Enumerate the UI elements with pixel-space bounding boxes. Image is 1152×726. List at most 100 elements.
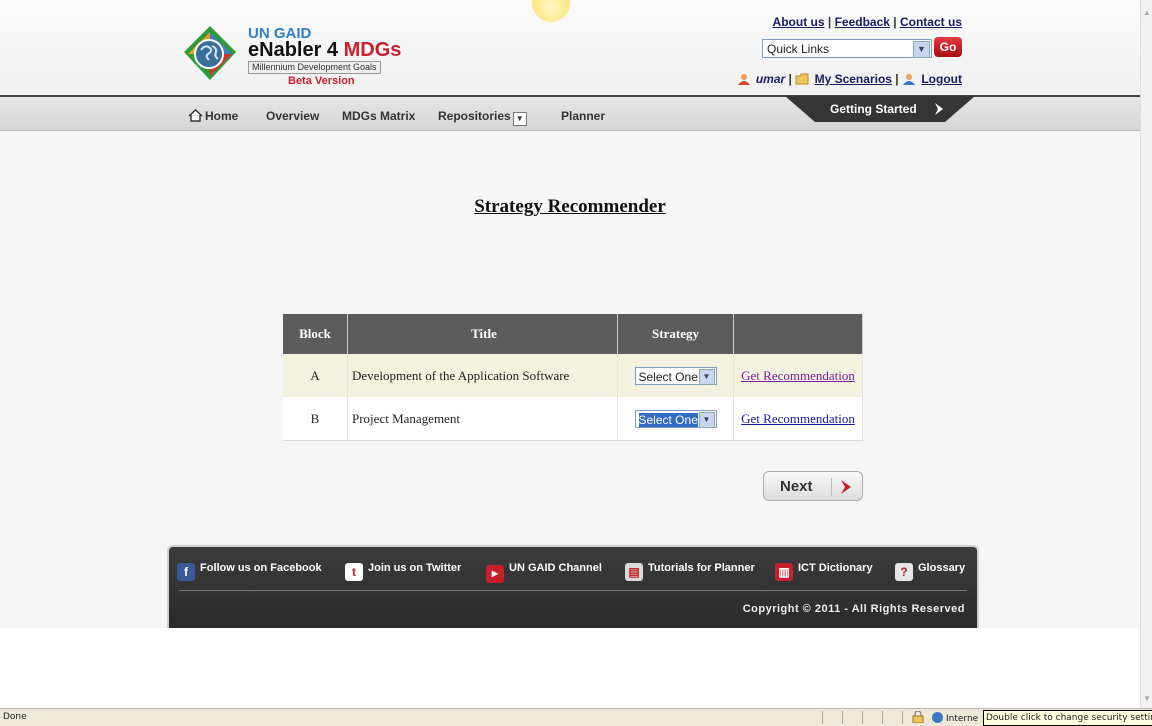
globe-icon: [932, 712, 943, 723]
about-us-link[interactable]: About us: [773, 15, 825, 29]
status-divider: [882, 711, 883, 724]
strategy-select[interactable]: Select One ▼: [634, 409, 717, 428]
strategy-cell: Select One ▼: [617, 354, 734, 397]
block-cell: A: [283, 354, 348, 397]
youtube-channel-link[interactable]: ▶ UN GAID Channel: [486, 562, 602, 583]
top-links: About us | Feedback | Contact us: [773, 15, 962, 29]
chevron-down-icon[interactable]: ▼: [698, 368, 715, 385]
table-header-row: Block Title Strategy: [283, 314, 863, 354]
chevron-down-icon[interactable]: ▼: [512, 112, 527, 126]
header: UN GAID eNabler 4 MDGs Millennium Develo…: [0, 0, 1140, 95]
scroll-down-icon[interactable]: ▼: [1142, 694, 1152, 704]
status-divider: [862, 711, 863, 724]
nav-mdgs-matrix[interactable]: MDGs Matrix: [342, 109, 415, 123]
glossary-link[interactable]: ? Glossary: [895, 562, 965, 581]
separator: |: [788, 72, 792, 86]
nav-home[interactable]: Home: [188, 109, 238, 123]
tutorials-label: Tutorials for Planner: [648, 562, 755, 574]
nav-repositories[interactable]: Repositories ▼: [438, 109, 527, 126]
glossary-label: Glossary: [918, 562, 966, 574]
status-divider: [842, 711, 843, 724]
separator: |: [827, 15, 832, 29]
table-row: A Development of the Application Softwar…: [283, 354, 863, 397]
next-button[interactable]: Next: [763, 471, 863, 501]
logo-enabler: eNabler 4 MDGs: [248, 39, 402, 61]
scroll-up-icon[interactable]: ▲: [1142, 8, 1152, 18]
logo-enabler-main: eNabler 4: [248, 39, 344, 61]
get-recommendation-link[interactable]: Get Recommendation: [741, 368, 855, 383]
security-zone[interactable]: Interne: [932, 712, 978, 724]
logo-text: UN GAID eNabler 4 MDGs Millennium Develo…: [248, 26, 401, 87]
next-label: Next: [780, 478, 813, 495]
security-zone-label: Interne: [946, 714, 979, 724]
page: UN GAID eNabler 4 MDGs Millennium Develo…: [0, 0, 1140, 628]
feedback-link[interactable]: Feedback: [835, 15, 890, 29]
user-bar: umar | My Scenarios | Logout: [737, 72, 962, 86]
header-action: [733, 314, 863, 354]
arrow-right-icon: [841, 480, 851, 494]
contact-us-link[interactable]: Contact us: [900, 15, 962, 29]
logout-user-icon: [903, 74, 915, 85]
logo-millennium: Millennium Development Goals: [248, 61, 381, 74]
page-title: Strategy Recommender: [474, 196, 666, 217]
tutorials-link[interactable]: ▤ Tutorials for Planner: [625, 562, 755, 581]
copyright-text: Copyright © 2011 - All Rights Reserved: [742, 603, 965, 615]
go-button[interactable]: Go: [934, 37, 962, 57]
tutorial-book-icon: ▤: [625, 563, 643, 581]
vertical-scrollbar[interactable]: ▲ ▼: [1140, 0, 1152, 708]
action-cell: Get Recommendation: [733, 397, 863, 441]
header-strategy: Strategy: [617, 314, 734, 354]
ict-dictionary-label: ICT Dictionary: [798, 562, 873, 574]
home-icon: [188, 109, 203, 122]
strategy-table: Block Title Strategy A Development of th…: [283, 314, 863, 441]
username: umar: [755, 72, 786, 86]
header-block: Block: [283, 314, 348, 354]
footer-divider: [179, 590, 967, 591]
globe-logo-icon[interactable]: [178, 22, 242, 86]
user-icon: [737, 74, 750, 85]
facebook-link[interactable]: f Follow us on Facebook: [177, 562, 322, 581]
get-recommendation-link[interactable]: Get Recommendation: [741, 411, 855, 426]
separator: |: [895, 72, 899, 86]
twitter-label: Join us on Twitter: [368, 562, 462, 574]
strategy-select-value: Select One: [638, 369, 698, 384]
strategy-select-value: Select One: [638, 412, 698, 427]
logo-mdgs: MDGs: [343, 39, 402, 61]
status-divider: [902, 711, 903, 724]
action-cell: Get Recommendation: [733, 354, 863, 397]
folder-icon: [795, 73, 809, 85]
facebook-label: Follow us on Facebook: [200, 562, 322, 574]
glossary-icon: ?: [895, 563, 913, 581]
chevron-down-icon[interactable]: ▼: [913, 41, 930, 58]
lock-icon: [912, 711, 924, 723]
status-bar: Done Interne Double click to change secu…: [0, 708, 1152, 726]
nav-home-label: Home: [205, 109, 239, 123]
footer: f Follow us on Facebook t Join us on Twitt…: [167, 545, 979, 628]
quick-links-select[interactable]: Quick Links ▼: [762, 39, 932, 58]
header-title: Title: [347, 314, 618, 354]
nav-overview[interactable]: Overview: [266, 109, 319, 123]
title-cell: Development of the Application Software: [347, 354, 618, 397]
youtube-label: UN GAID Channel: [509, 562, 602, 574]
nav-repositories-label: Repositories: [438, 109, 511, 123]
nav-planner[interactable]: Planner: [561, 109, 605, 123]
getting-started-label[interactable]: Getting Started: [830, 102, 917, 116]
sun-decoration: [532, 0, 570, 22]
block-cell: B: [283, 397, 348, 441]
status-divider: [822, 711, 823, 724]
logout-link[interactable]: Logout: [921, 72, 962, 86]
twitter-link[interactable]: t Join us on Twitter: [345, 562, 461, 581]
title-cell: Project Management: [347, 397, 618, 441]
my-scenarios-link[interactable]: My Scenarios: [815, 72, 892, 86]
divider: [831, 478, 832, 496]
strategy-select[interactable]: Select One ▼: [634, 366, 717, 385]
ict-dictionary-link[interactable]: ▥ ICT Dictionary: [775, 562, 873, 581]
status-text: Done: [3, 712, 27, 722]
quick-links-value: Quick Links: [767, 42, 830, 56]
beta-label: Beta Version: [288, 75, 355, 87]
table-row: B Project Management Select One ▼ Get Rec…: [283, 397, 863, 441]
tooltip: Double click to change security settings: [983, 710, 1152, 726]
youtube-icon: ▶: [486, 565, 504, 583]
facebook-icon: f: [177, 563, 195, 581]
chevron-down-icon[interactable]: ▼: [698, 411, 715, 428]
